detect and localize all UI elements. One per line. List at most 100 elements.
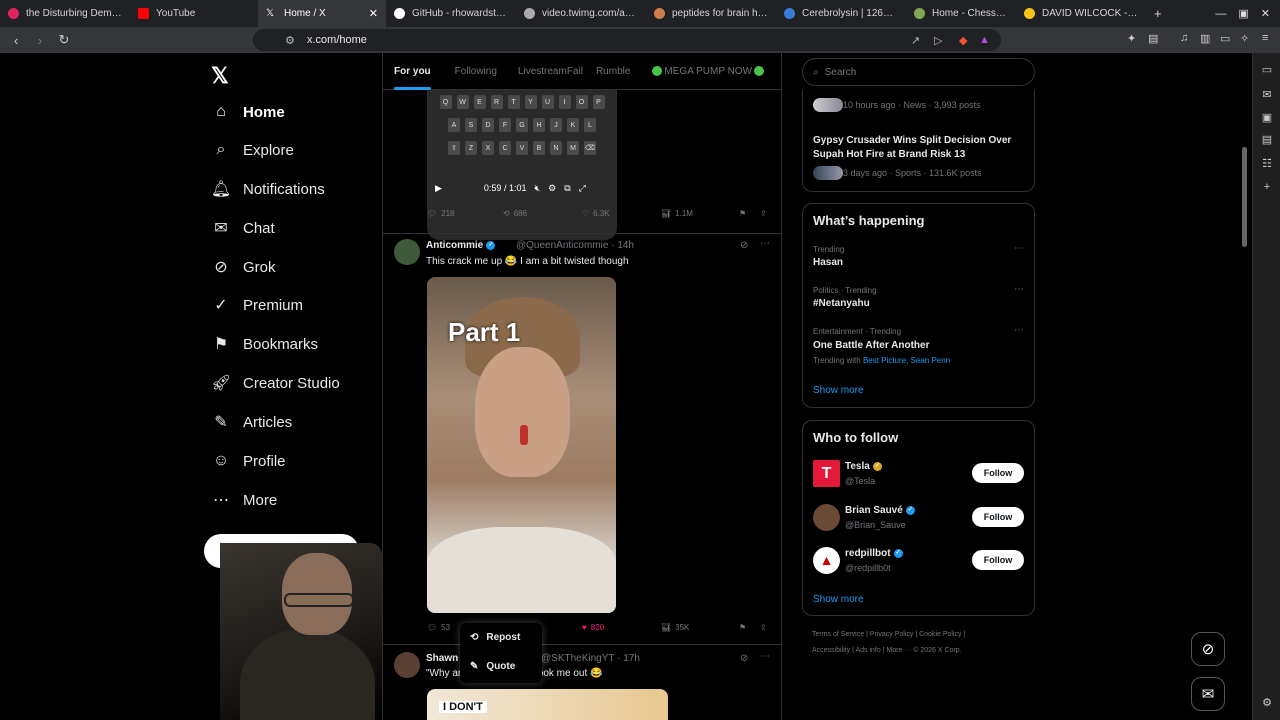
post-author-handle[interactable]: @QueenAnticommie · 14h	[516, 240, 634, 251]
show-more-link[interactable]: Show more	[813, 385, 864, 396]
browser-tab[interactable]: YouTube	[130, 0, 258, 27]
nav-more[interactable]: ⋯ More	[211, 488, 277, 512]
trend-menu-icon[interactable]: ⋯	[1014, 284, 1024, 295]
new-tab-button[interactable]: +	[1146, 0, 1170, 27]
user-name[interactable]: Tesla ✓	[845, 461, 882, 472]
settings-icon[interactable]: ⚙	[548, 183, 556, 194]
maximize-icon[interactable]: ▣	[1238, 7, 1248, 20]
nav-home[interactable]: ⌂ Home	[211, 100, 285, 124]
browser-tab[interactable]: video.twimg.com/amp	[516, 0, 646, 27]
close-tab-icon[interactable]: ✕	[369, 7, 378, 20]
close-window-icon[interactable]: ✕	[1261, 7, 1270, 20]
settings-icon[interactable]: ⚙	[1260, 696, 1274, 710]
menu-icon[interactable]: ≡	[1262, 32, 1268, 44]
nav-chat[interactable]: ✉ Chat	[211, 216, 274, 240]
wallet2-icon[interactable]: ▭	[1220, 32, 1230, 45]
forward-icon[interactable]: ›	[32, 33, 48, 48]
follow-button[interactable]: Follow	[972, 550, 1024, 570]
url-text[interactable]: x.com/home	[307, 34, 367, 46]
extensions-icon[interactable]: ✦	[1127, 32, 1136, 45]
trend-name[interactable]: One Battle After Another	[813, 340, 930, 351]
share-button[interactable]: ⇪	[760, 209, 767, 218]
back-icon[interactable]: ‹	[8, 33, 24, 48]
grok-post-icon[interactable]: ⊘	[740, 653, 748, 664]
panel-icon[interactable]: ▣	[1260, 111, 1274, 125]
page-scrollbar[interactable]	[1240, 53, 1250, 720]
like-button[interactable]: ♥ 820	[582, 623, 604, 632]
panel-icon[interactable]: ✉	[1260, 88, 1274, 102]
user-name[interactable]: redpillbot ✓	[845, 548, 903, 559]
footer-links[interactable]: Terms of Service | Privacy Policy | Cook…	[812, 631, 965, 638]
x-logo-icon[interactable]: 𝕏	[211, 63, 229, 89]
avatar[interactable]	[813, 504, 840, 531]
avatar[interactable]: ▲	[813, 547, 840, 574]
address-bar[interactable]: ⚙ x.com/home ↗ ▷ ◆ ▲	[253, 29, 1001, 51]
post-video[interactable]: Part 1	[427, 277, 616, 613]
trend-menu-icon[interactable]: ⋯	[1014, 325, 1024, 336]
post-author-name[interactable]: Shawn	[426, 653, 458, 664]
music-icon[interactable]: ♫	[1180, 32, 1188, 44]
post-image[interactable]: I DON'T	[427, 689, 668, 720]
tab-following[interactable]: Following	[455, 53, 497, 90]
views-button[interactable]: 📊︎ 35K	[661, 623, 689, 632]
nav-notifications[interactable]: 🔔︎ Notifications	[211, 177, 325, 201]
nav-explore[interactable]: ⌕ Explore	[211, 138, 294, 162]
views-button[interactable]: 📊︎ 1.1M	[661, 209, 693, 218]
browser-tab[interactable]: GitHub - rhowardstone/	[386, 0, 516, 27]
bookmark-button[interactable]: ⚑	[739, 209, 746, 218]
reload-icon[interactable]: ↻	[56, 32, 72, 48]
nav-profile[interactable]: ☺ Profile	[211, 449, 286, 473]
like-button[interactable]: ♡ 6.3K	[582, 209, 610, 218]
grok-fab-icon[interactable]: ⊘	[1191, 632, 1225, 666]
bookmark-button[interactable]: ⚑	[739, 623, 746, 632]
browser-tab-active[interactable]: 𝕏 Home / X ✕	[258, 0, 386, 27]
panel-icon[interactable]: ▭	[1260, 63, 1274, 77]
post-menu-icon[interactable]: ⋯	[760, 651, 770, 662]
panel-icon[interactable]: ▤	[1260, 133, 1274, 147]
tab-mega-pump[interactable]: MEGA PUMP NOW	[650, 53, 766, 90]
tab-rumble[interactable]: Rumble	[596, 53, 630, 90]
scrollbar-thumb[interactable]	[1242, 147, 1247, 247]
repost-option[interactable]: ⟲ Repost	[470, 627, 520, 647]
share-icon[interactable]: ↗	[911, 34, 920, 47]
browser-tab[interactable]: the Disturbing Demono	[0, 0, 130, 27]
media-icon[interactable]: ▷	[934, 34, 942, 47]
avatar[interactable]	[394, 652, 420, 678]
user-name[interactable]: Brian Sauvé ✓	[845, 505, 915, 516]
trend-name[interactable]: #Netanyahu	[813, 298, 870, 309]
panel-icon[interactable]: ☷	[1260, 157, 1274, 171]
footer-links[interactable]: Accessibility | Ads info | More ··· © 20…	[812, 647, 962, 654]
brave-shield-icon[interactable]: ◆	[959, 34, 967, 47]
nav-bookmarks[interactable]: ⚑ Bookmarks	[211, 332, 318, 356]
wallet-icon[interactable]: ▤	[1148, 32, 1158, 45]
browser-tab[interactable]: peptides for brain heal	[646, 0, 776, 27]
browser-tab[interactable]: Cerebrolysin | 12656-6	[776, 0, 906, 27]
leo-icon[interactable]: ✧	[1240, 32, 1249, 45]
grok-post-icon[interactable]: ⊘	[740, 240, 748, 251]
brave-rewards-icon[interactable]: ▲	[979, 34, 990, 46]
trend-related-links[interactable]: Best Picture, Sean Penn	[863, 356, 950, 365]
mute-icon[interactable]: 🔇︎	[534, 183, 540, 194]
play-icon[interactable]: ▶	[435, 183, 442, 194]
nav-grok[interactable]: ⊘ Grok	[211, 255, 275, 279]
sidebar-toggle-icon[interactable]: ▥	[1200, 32, 1210, 45]
nav-premium[interactable]: ✓ Premium	[211, 293, 303, 317]
quote-option[interactable]: ✎ Quote	[470, 656, 515, 676]
trend-name[interactable]: Hasan	[813, 257, 843, 268]
nav-articles[interactable]: ✎ Articles	[211, 410, 292, 434]
follow-button[interactable]: Follow	[972, 463, 1024, 483]
browser-tab[interactable]: Home - Chess.com	[906, 0, 1016, 27]
news-title[interactable]: Supah Hot Fire at Brand Risk 13	[813, 149, 965, 160]
site-info-icon[interactable]: ⚙	[285, 34, 295, 47]
share-button[interactable]: ⇪	[760, 623, 767, 632]
news-title[interactable]: Gypsy Crusader Wins Split Decision Over	[813, 135, 1011, 146]
post-author-name[interactable]: Anticommie ✓	[426, 240, 496, 251]
post-menu-icon[interactable]: ⋯	[760, 238, 770, 249]
browser-tab[interactable]: DAVID WILCOCK - Disc	[1016, 0, 1146, 27]
reply-button[interactable]: 💬︎ 218	[427, 209, 455, 218]
reply-button[interactable]: 💬︎ 53	[427, 623, 450, 632]
messages-fab-icon[interactable]: ✉	[1191, 677, 1225, 711]
follow-button[interactable]: Follow	[972, 507, 1024, 527]
nav-creator-studio[interactable]: 🚀︎ Creator Studio	[211, 371, 340, 395]
avatar[interactable]: T	[813, 460, 840, 487]
